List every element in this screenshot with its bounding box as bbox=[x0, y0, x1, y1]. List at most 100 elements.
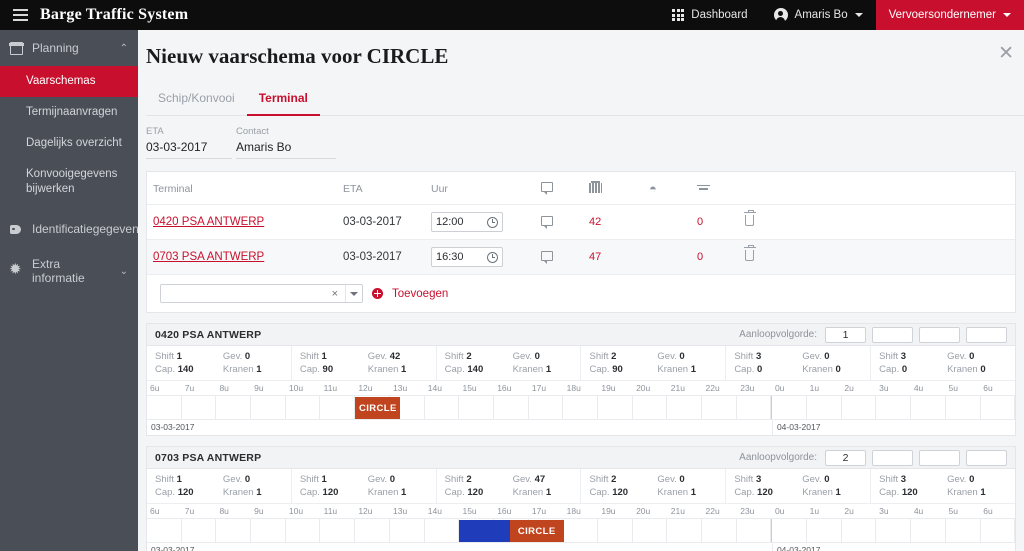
sidebar-group-extra-informatie[interactable]: Extra informatie ⌄ bbox=[0, 253, 138, 289]
timeline-cell[interactable] bbox=[425, 396, 460, 419]
clock-icon[interactable] bbox=[487, 251, 498, 263]
timeline-cell[interactable] bbox=[598, 396, 633, 419]
aanloopvolgorde-input-4[interactable] bbox=[966, 449, 1007, 466]
timeline-cell[interactable] bbox=[911, 396, 946, 419]
timeline-cell[interactable] bbox=[667, 396, 702, 419]
timeline-cell[interactable] bbox=[876, 396, 912, 419]
timeline-cell[interactable] bbox=[459, 396, 494, 419]
hour-tick: 23u bbox=[740, 506, 755, 516]
hour-tick: 23u bbox=[740, 383, 755, 393]
sidebar-group-identificatiegegevens[interactable]: Identificatiegegevens ⌄ bbox=[0, 211, 162, 247]
timeline-cell[interactable] bbox=[771, 396, 808, 419]
timeline-cell[interactable] bbox=[216, 396, 252, 419]
sidebar-group-planning[interactable]: Planning ⌃ bbox=[0, 30, 138, 66]
timeline-cell[interactable] bbox=[286, 519, 321, 542]
timeline-cell[interactable] bbox=[390, 519, 425, 542]
timeline-cell[interactable] bbox=[182, 519, 217, 542]
hour-tick: 19u bbox=[601, 383, 616, 393]
terminal-select[interactable]: × bbox=[160, 284, 363, 303]
shift-number: 2 bbox=[466, 474, 472, 485]
shift-summary-row: Shift 1 Cap. 140 Gev. 0 Kranen 1 Shift 1… bbox=[147, 346, 1015, 381]
timeline-cell[interactable] bbox=[355, 519, 390, 542]
note-icon[interactable] bbox=[541, 250, 553, 264]
aanloopvolgorde-input-1[interactable]: 2 bbox=[825, 449, 866, 466]
delete-row-icon[interactable] bbox=[743, 245, 756, 261]
timeline-cell[interactable] bbox=[771, 519, 808, 542]
note-icon[interactable] bbox=[541, 215, 553, 229]
gev-value: 0 bbox=[244, 351, 251, 362]
sidebar-item-termijnaanvragen[interactable]: Termijnaanvragen bbox=[0, 97, 138, 128]
sidebar-item-vaarschemas[interactable]: Vaarschemas bbox=[0, 66, 138, 97]
timeline-block[interactable]: CIRCLE bbox=[355, 397, 401, 419]
timeline-cell[interactable] bbox=[737, 519, 772, 542]
hamburger-menu-icon[interactable] bbox=[0, 9, 40, 21]
timeline-cell[interactable] bbox=[320, 519, 356, 542]
timeline-cell[interactable] bbox=[425, 519, 460, 542]
timeline-cell[interactable] bbox=[702, 519, 737, 542]
dashboard-link[interactable]: Dashboard bbox=[659, 0, 760, 30]
timeline-cell[interactable] bbox=[147, 396, 182, 419]
user-menu[interactable]: Amaris Bo bbox=[761, 0, 876, 30]
timeline-cell[interactable] bbox=[251, 519, 286, 542]
timeline-cell[interactable] bbox=[807, 396, 842, 419]
timeline-cell[interactable] bbox=[842, 396, 877, 419]
timeline-cell[interactable] bbox=[702, 396, 737, 419]
hour-tick: 0u bbox=[774, 506, 785, 516]
timeline-cell[interactable] bbox=[563, 519, 598, 542]
clear-icon[interactable]: × bbox=[332, 288, 345, 300]
aanloopvolgorde-input-2[interactable] bbox=[872, 326, 913, 343]
cap-value: 120 bbox=[901, 487, 918, 498]
timeline-cell[interactable] bbox=[147, 519, 182, 542]
timeline-cell[interactable] bbox=[216, 519, 252, 542]
timeline-cell[interactable] bbox=[876, 519, 912, 542]
time-input[interactable]: 16:30 bbox=[431, 247, 503, 267]
timeline-cell[interactable] bbox=[251, 396, 286, 419]
timeline-cell[interactable] bbox=[946, 519, 981, 542]
timeline-cell[interactable] bbox=[981, 396, 1016, 419]
timeline-cell[interactable] bbox=[842, 519, 877, 542]
sidebar-item-dagelijks-overzicht[interactable]: Dagelijks overzicht bbox=[0, 128, 138, 159]
timeline-cell[interactable] bbox=[633, 396, 668, 419]
sidebar-item-konvooigegevens-bijwerken[interactable]: Konvooigegevens bijwerken bbox=[0, 159, 138, 205]
clock-icon[interactable] bbox=[487, 216, 498, 228]
timeline-block[interactable] bbox=[459, 520, 510, 542]
terminal-link[interactable]: 0703 PSA ANTWERP bbox=[153, 251, 264, 263]
tab-schip-konvooi[interactable]: Schip/Konvooi bbox=[146, 85, 247, 116]
role-switch-menu[interactable]: Vervoersondernemer bbox=[875, 0, 1024, 30]
timeline-cell[interactable] bbox=[911, 519, 946, 542]
time-input[interactable]: 12:00 bbox=[431, 212, 503, 232]
timeline-cell[interactable] bbox=[946, 396, 981, 419]
plus-circle-icon[interactable] bbox=[372, 288, 383, 299]
timeline-cell[interactable] bbox=[494, 396, 529, 419]
aanloopvolgorde-input-3[interactable] bbox=[919, 326, 960, 343]
timeline-cell[interactable] bbox=[563, 396, 598, 419]
hour-tick: 16u bbox=[497, 383, 512, 393]
timeline-block[interactable]: CIRCLE bbox=[509, 520, 564, 542]
timeline-cell[interactable] bbox=[981, 519, 1016, 542]
aanloopvolgorde-input-1[interactable]: 1 bbox=[825, 326, 866, 343]
timeline-cell[interactable] bbox=[182, 396, 217, 419]
timeline-cell[interactable] bbox=[667, 519, 702, 542]
timeline-cell[interactable] bbox=[807, 519, 842, 542]
hour-tick: 0u bbox=[774, 383, 785, 393]
aanloopvolgorde-input-2[interactable] bbox=[872, 449, 913, 466]
terminal-link[interactable]: 0420 PSA ANTWERP bbox=[153, 216, 264, 228]
kranen-value: 0 bbox=[835, 364, 841, 375]
chevron-down-icon[interactable] bbox=[345, 285, 362, 302]
timeline-cell[interactable] bbox=[529, 396, 564, 419]
shift-label: Shift bbox=[299, 351, 319, 362]
timeline-cell[interactable] bbox=[598, 519, 633, 542]
aanloopvolgorde-input-3[interactable] bbox=[919, 449, 960, 466]
timeline-cell[interactable] bbox=[633, 519, 668, 542]
aanloopvolgorde-input-4[interactable] bbox=[966, 326, 1007, 343]
hour-tick: 3u bbox=[879, 506, 889, 516]
eta-field[interactable]: ETA 03-03-2017 bbox=[146, 126, 236, 159]
timeline-cell[interactable] bbox=[737, 396, 772, 419]
timeline-cell[interactable] bbox=[320, 396, 356, 419]
tab-terminal[interactable]: Terminal bbox=[246, 85, 320, 116]
timeline-cell[interactable] bbox=[286, 396, 321, 419]
delete-row-icon[interactable] bbox=[743, 210, 756, 226]
add-button-label[interactable]: Toevoegen bbox=[392, 288, 448, 300]
close-icon[interactable]: ✕ bbox=[998, 44, 1014, 63]
contact-field[interactable]: Contact Amaris Bo bbox=[236, 126, 336, 159]
